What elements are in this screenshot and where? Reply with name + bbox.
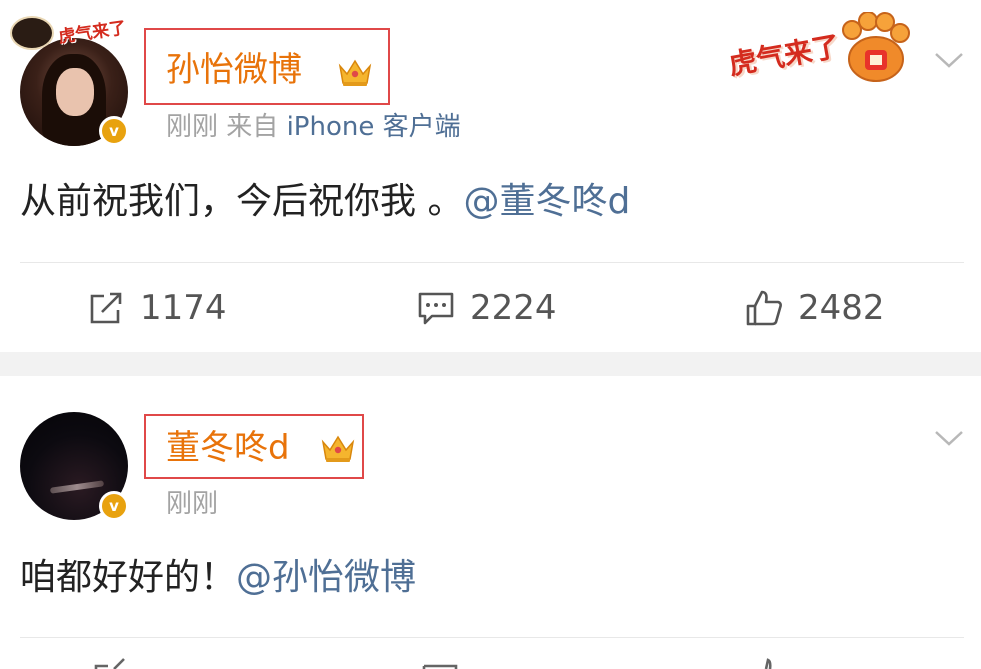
comment-icon	[418, 292, 454, 325]
comment-icon[interactable]	[420, 652, 460, 669]
post-1: 虎气来了 v 孙怡微博 刚刚 来自 iPhone 客户端 虎气来了 从前祝我们，…	[0, 0, 981, 352]
avatar-light-streak	[49, 480, 105, 494]
tiger-paw-icon	[842, 12, 910, 82]
repost-icon	[90, 292, 122, 324]
tiger-year-sticker-text: 虎气来了	[726, 29, 843, 82]
mention-link[interactable]: @董冬咚d	[463, 181, 630, 222]
repost-icon[interactable]	[90, 652, 130, 669]
thumbs-up-icon	[746, 290, 782, 326]
divider	[20, 262, 964, 263]
post-time: 刚刚	[166, 489, 219, 519]
post-time: 刚刚	[166, 112, 219, 142]
repost-count: 1174	[140, 288, 227, 328]
avatar-sticker: 虎气来了	[10, 12, 132, 52]
comment-button[interactable]: 2224	[416, 286, 557, 330]
post-content: 咱都好好的！@孙怡微博	[20, 556, 416, 600]
like-count: 2482	[798, 288, 885, 328]
post-from-label: 来自	[226, 112, 279, 142]
post-separator	[0, 352, 981, 376]
mention-link[interactable]: @孙怡微博	[236, 557, 416, 598]
divider	[20, 637, 964, 638]
tiger-year-sticker: 虎气来了	[726, 6, 916, 86]
crown-icon	[321, 435, 355, 462]
verified-badge-icon: v	[99, 116, 129, 146]
crown-icon	[338, 59, 372, 86]
comment-count: 2224	[470, 288, 557, 328]
avatar-face	[56, 68, 94, 116]
like-button[interactable]: 2482	[744, 286, 885, 330]
post-meta: 刚刚 来自 iPhone 客户端	[166, 112, 461, 142]
chevron-down-icon[interactable]	[934, 50, 964, 70]
thumbs-up-icon[interactable]	[748, 652, 788, 669]
post-text: 从前祝我们，今后祝你我 。	[20, 181, 464, 222]
username[interactable]: 孙怡微博	[166, 50, 302, 90]
post-source-link[interactable]: iPhone 客户端	[287, 112, 461, 142]
post-content: 从前祝我们，今后祝你我 。@董冬咚d	[20, 180, 630, 224]
post-text: 咱都好好的！	[20, 557, 237, 598]
username[interactable]: 董冬咚d	[166, 428, 290, 468]
repost-button[interactable]: 1174	[86, 286, 227, 330]
chevron-down-icon[interactable]	[934, 428, 964, 448]
paw-sticker-icon	[10, 16, 54, 50]
avatar-sticker-text: 虎气来了	[57, 18, 128, 48]
verified-badge-icon: v	[99, 491, 129, 521]
